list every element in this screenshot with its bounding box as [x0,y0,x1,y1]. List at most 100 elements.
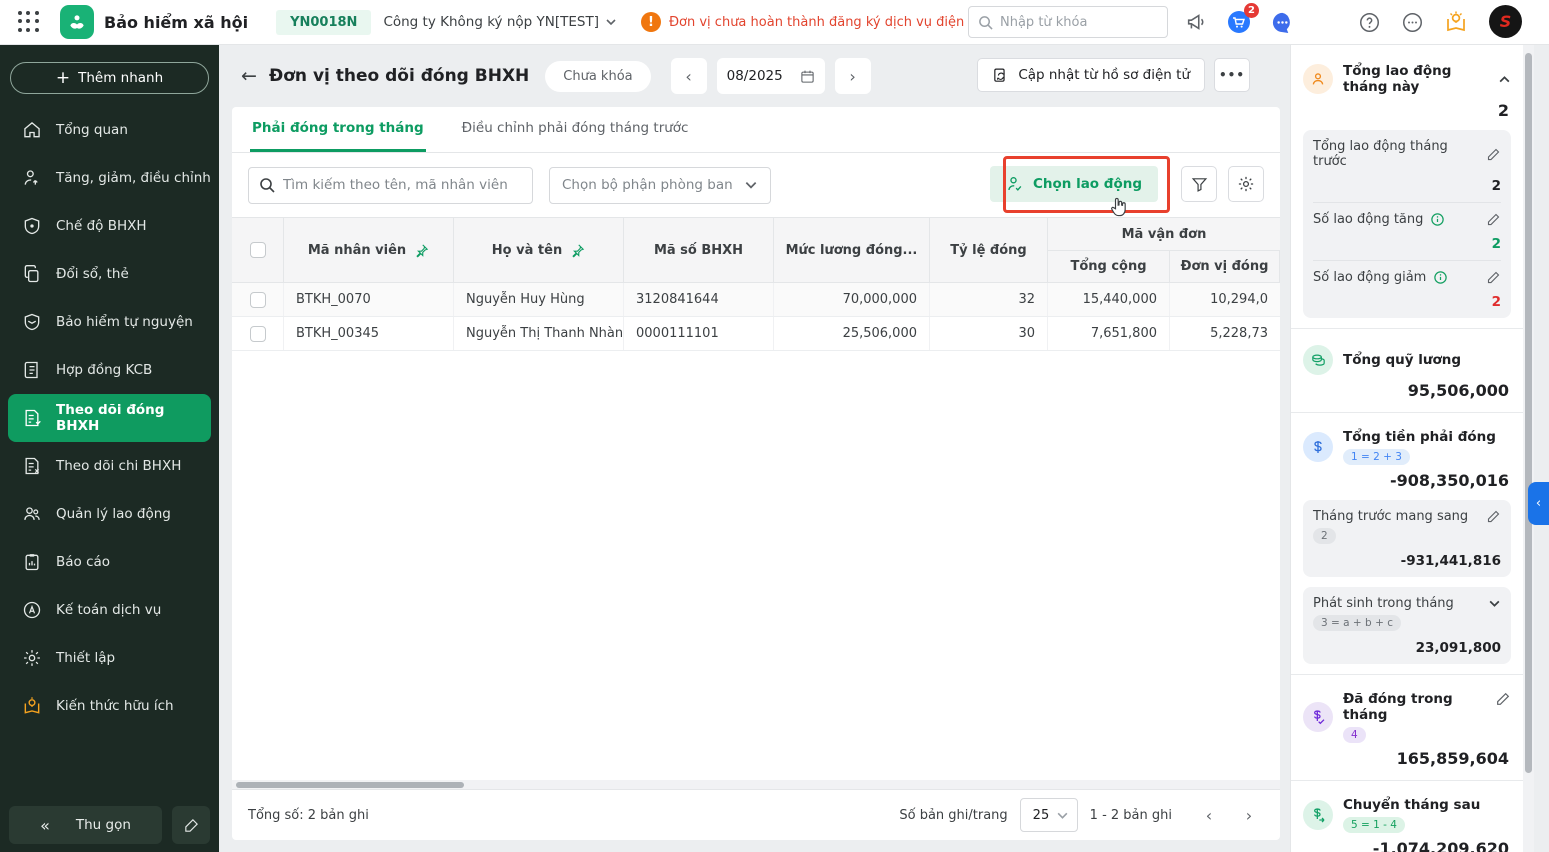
copy-icon [24,265,39,283]
cell-don-vi-dong: 10,294,0 [1210,292,1268,307]
sidebar-item-theo-doi-chi[interactable]: Theo dõi chi BHXH [0,442,219,490]
pencil-icon[interactable] [1495,691,1511,707]
sidebar-item-tang-giam[interactable]: Tăng, giảm, điều chỉnh [0,154,219,202]
dollar-arrow-icon [1303,800,1333,830]
choose-employee-button[interactable]: Chọn lao động [989,166,1158,202]
employee-search-input[interactable] [283,177,522,193]
col-don-vi-dong[interactable]: Đơn vị đóng [1170,251,1280,282]
col-label: Mức lương đóng... [785,242,918,258]
vertical-scrollbar[interactable] [1523,45,1534,852]
sidebar-item-tong-quan[interactable]: Tổng quan [0,106,219,154]
pencil-icon[interactable] [1486,509,1501,524]
sidebar-item-theo-doi-dong[interactable]: Theo dõi đóng BHXH [8,394,211,442]
mouse-cursor-hand [1108,195,1128,217]
cell-tong-cong: 7,651,800 [1048,317,1170,350]
filter-button[interactable] [1181,166,1217,202]
cell-ma-nhan-vien: BTKH_0070 [284,283,454,316]
apps-grid-icon[interactable] [18,11,40,33]
sidebar-item-hop-dong-kcb[interactable]: Hợp đồng KCB [0,346,219,394]
user-avatar[interactable]: S [1489,5,1522,38]
tab-phai-dong-trong-thang[interactable]: Phải đóng trong tháng [250,108,426,152]
col-tong-cong[interactable]: Tổng cộng [1048,251,1170,282]
due-value: -908,350,016 [1390,471,1509,490]
col-ho-va-ten[interactable]: Họ và tên [454,218,624,282]
horizontal-scrollbar[interactable] [232,780,1280,789]
labor-detail-card: Tổng lao động tháng trước 2 Số lao động … [1303,130,1511,318]
collapse-panel-tab[interactable]: ‹ [1528,482,1549,525]
sidebar-item-bao-cao[interactable]: Báo cáo [0,538,219,586]
table-row[interactable]: BTKH_0070 Nguyễn Huy Hùng 3120841644 70,… [232,283,1280,317]
pin-icon[interactable] [570,243,585,258]
global-search-input[interactable] [1000,14,1140,30]
prev-month-button[interactable]: ‹ [670,58,707,94]
paid-value: 165,859,604 [1396,749,1509,768]
dollar-check-icon [1303,702,1333,732]
employee-search[interactable] [248,166,533,204]
carry-over-value: -931,441,816 [1400,553,1501,569]
cell-muc-luong: 25,506,000 [774,317,930,350]
select-all-checkbox[interactable] [249,242,266,258]
sidebar-item-label: Hợp đồng KCB [56,362,153,378]
chevron-down-icon[interactable] [1488,597,1501,610]
table-settings-button[interactable] [1228,166,1264,202]
sidebar-item-kien-thuc[interactable]: Kiến thức hữu ích [0,682,219,730]
chat-button[interactable] [1267,7,1297,37]
sidebar-item-che-do[interactable]: Chế độ BHXH [0,202,219,250]
prev-page-button[interactable]: ‹ [1194,800,1224,830]
horizontal-scrollbar-thumb[interactable] [236,781,464,788]
next-month-button[interactable]: › [834,58,871,94]
pin-icon[interactable] [414,243,429,258]
labor-increase-label: Số lao động tăng [1313,212,1424,227]
col-label: Mã số BHXH [653,242,744,258]
tab-dieu-chinh-thang-truoc[interactable]: Điều chỉnh phải đóng tháng trước [460,108,691,152]
tab-bar: Phải đóng trong tháng Điều chỉnh phải đó… [232,107,1280,153]
back-button[interactable]: ← [235,62,263,90]
row-checkbox[interactable] [249,291,266,308]
company-selector[interactable]: Công ty Không ký nộp YN[TEST] [383,14,617,30]
fund-section-header: Tổng quỹ lương [1303,337,1511,377]
sidebar-item-thiet-lap[interactable]: Thiết lập [0,634,219,682]
per-page-select[interactable]: 25 [1019,798,1078,832]
col-label: Mã nhân viên [307,242,407,258]
megaphone-icon [1187,14,1204,30]
pencil-square-icon [184,818,198,832]
chevron-up-icon[interactable] [1498,73,1511,86]
col-ma-so-bhxh[interactable]: Mã số BHXH [624,218,774,282]
quick-add-button[interactable]: + Thêm nhanh [10,62,209,94]
global-search[interactable] [968,6,1168,38]
table-row[interactable]: BTKH_00345 Nguyễn Thị Thanh Nhànn 000011… [232,317,1280,351]
next-page-button[interactable]: › [1234,800,1264,830]
update-from-records-button[interactable]: Cập nhật từ hồ sơ điện tử [977,58,1205,92]
info-icon[interactable] [1433,270,1448,285]
knowledge-button[interactable] [1441,7,1471,37]
pencil-icon[interactable] [1486,212,1501,227]
info-icon[interactable] [1430,212,1445,227]
col-ma-nhan-vien[interactable]: Mã nhân viên [284,218,454,282]
labor-increase-row: Số lao động tăng 2 [1313,202,1501,260]
choose-employee-label: Chọn lao động [1032,176,1142,192]
alert-text: Đơn vị chưa hoàn thành đăng ký dịch vụ đ… [668,14,986,30]
warning-icon: ! [640,12,661,32]
sidebar-item-bhtn[interactable]: Bảo hiểm tự nguyện [0,298,219,346]
col-label: Họ và tên [491,242,563,258]
next-month-badge: 5 = 1 - 4 [1343,817,1405,833]
sidebar-item-doi-so-the[interactable]: Đổi sổ, thẻ [0,250,219,298]
page-more-button[interactable]: ••• [1214,58,1250,92]
col-ty-le-dong[interactable]: Tỷ lệ đóng [930,218,1048,282]
edit-menu-button[interactable] [172,806,210,844]
department-select[interactable]: Chọn bộ phận phòng ban [549,166,771,204]
announcement-button[interactable] [1181,7,1211,37]
cart-button[interactable]: 2 [1224,3,1259,37]
help-button[interactable] [1354,7,1384,37]
pencil-icon[interactable] [1486,147,1501,162]
vertical-scrollbar-thumb[interactable] [1525,53,1532,773]
more-options-button[interactable] [1397,7,1427,37]
sidebar-item-ke-toan[interactable]: Kế toán dịch vụ [0,586,219,634]
sidebar-item-quan-ly-lao-dong[interactable]: Quản lý lao động [0,490,219,538]
month-picker[interactable]: 08/2025 [716,58,825,94]
pencil-icon[interactable] [1486,270,1501,285]
col-muc-luong[interactable]: Mức lương đóng... [774,218,930,282]
sidebar-item-label: Theo dõi chi BHXH [56,458,182,474]
collapse-sidebar-button[interactable]: « Thu gọn [9,806,162,844]
row-checkbox[interactable] [249,325,266,342]
